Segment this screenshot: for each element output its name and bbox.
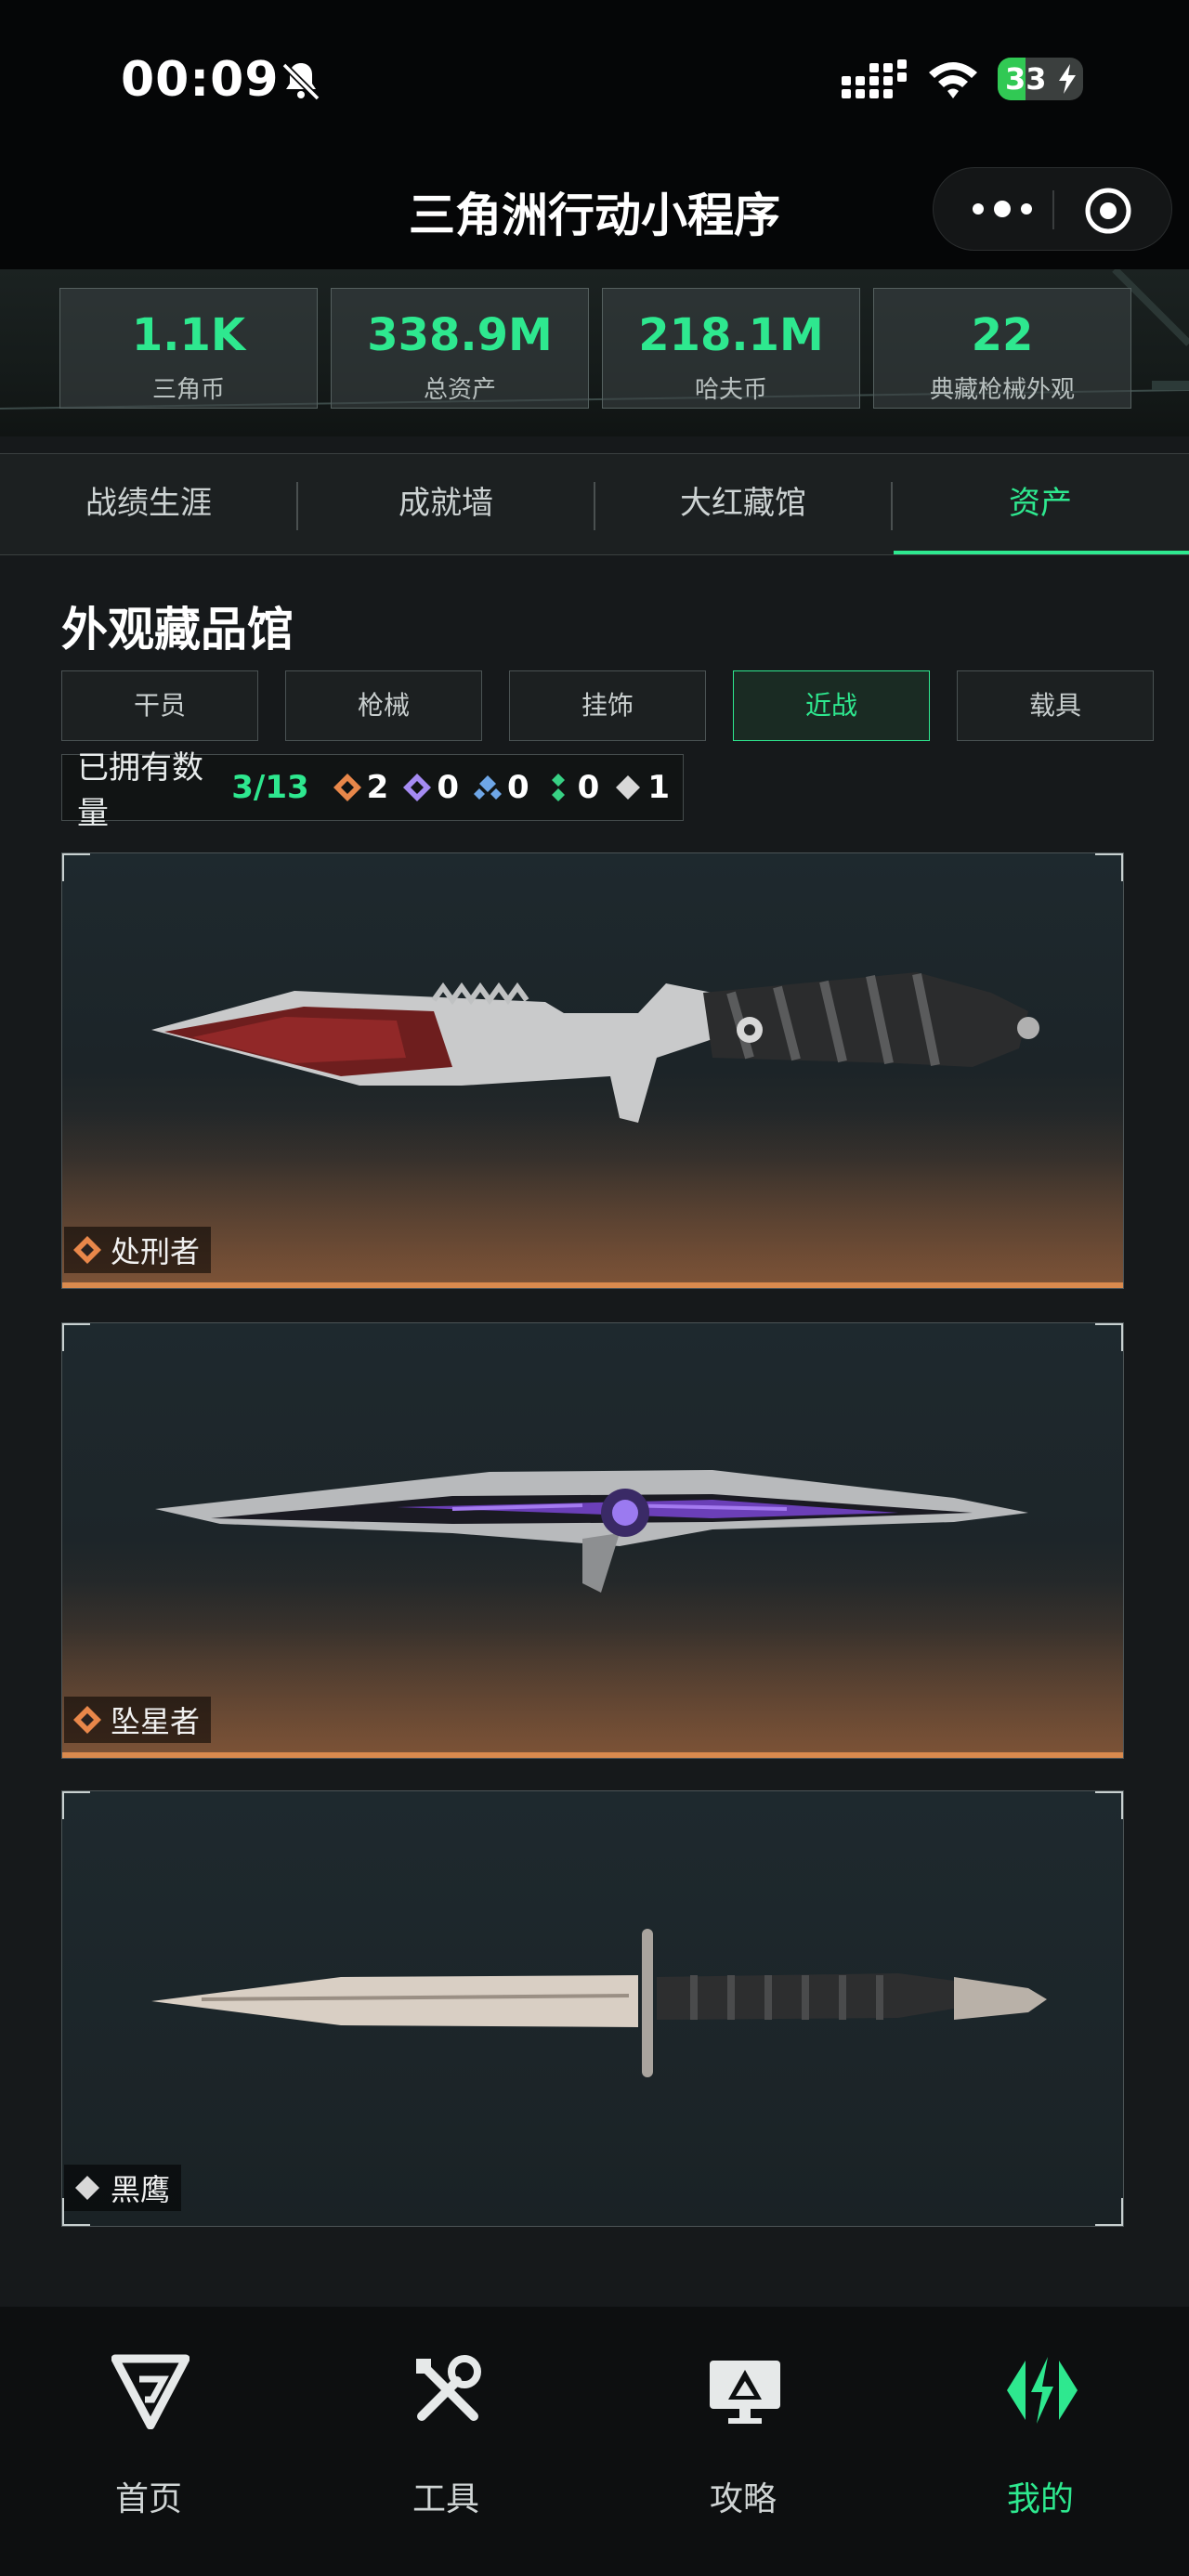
tabbar-label: 攻略 [709, 2480, 777, 2518]
category-melee[interactable]: 近战 [733, 670, 930, 741]
stat-label: 哈夫币 [694, 376, 767, 404]
category-vehicles[interactable]: 载具 [957, 670, 1154, 741]
tab-red-vault[interactable]: 大红藏馆 [594, 454, 892, 556]
tabbar-guide[interactable]: 攻略 [594, 2307, 892, 2576]
tab-achievements[interactable]: 成就墙 [297, 454, 594, 556]
stat-haf-coin: 218.1M 哈夫币 [602, 288, 860, 409]
rarity-count: 0 [577, 769, 600, 806]
rarity-count-white: 1 [612, 769, 670, 806]
profile-logo-icon [1007, 2357, 1078, 2424]
blue-diamond-icon [473, 775, 502, 800]
category-charms[interactable]: 挂饰 [509, 670, 706, 741]
status-time: 00:09 [121, 52, 280, 108]
item-name: 坠星者 [111, 1704, 201, 1739]
rarity-count-orange: 2 [332, 769, 389, 806]
owned-label: 已拥有数量 [77, 749, 203, 832]
owned-value: 3/13 [231, 769, 309, 806]
more-dots-icon[interactable] [965, 190, 1039, 228]
stat-value: 1.1K [131, 309, 246, 361]
rarity-count-purple: 0 [401, 769, 459, 806]
card-rarity-glow [62, 1581, 1123, 1758]
stat-delta-coin: 1.1K 三角币 [59, 288, 318, 409]
charging-bolt-icon [1059, 64, 1076, 94]
section-title: 外观藏品馆 [61, 603, 294, 657]
orange-diamond-icon [333, 774, 361, 801]
purple-diamond-icon [403, 774, 432, 801]
orange-diamond-icon [73, 1236, 101, 1264]
item-name-tag: 处刑者 [64, 1227, 212, 1273]
item-name: 处刑者 [111, 1234, 201, 1269]
cellular-signal-icon [842, 59, 907, 98]
green-diamond-icon [551, 774, 565, 801]
tab-career[interactable]: 战绩生涯 [0, 454, 297, 556]
bottom-tabbar: 首页 工具 攻略 我的 [0, 2307, 1189, 2576]
stat-label: 典藏枪械外观 [929, 376, 1075, 404]
status-bar: 00:09 33 [0, 0, 1189, 158]
tabbar-tools[interactable]: 工具 [297, 2307, 594, 2576]
rarity-count: 0 [506, 769, 529, 806]
card-rarity-bar [62, 1752, 1123, 1758]
battery-percent: 33 [1005, 61, 1047, 97]
capsule-divider [1052, 190, 1054, 229]
orange-diamond-icon [73, 1706, 101, 1734]
close-target-icon[interactable] [1084, 187, 1132, 235]
home-logo-icon [111, 2354, 189, 2429]
white-diamond-icon [75, 2176, 99, 2200]
category-guns[interactable]: 枪械 [285, 670, 482, 741]
bell-muted-icon [281, 62, 320, 101]
top-bar: 00:09 33 三角洲行动小程序 [0, 0, 1189, 269]
tabbar-profile[interactable]: 我的 [892, 2307, 1189, 2576]
miniprogram-capsule [933, 167, 1172, 251]
stat-value: 218.1M [638, 309, 824, 361]
black-hawk-knife-image [151, 1929, 1047, 2077]
stat-value: 338.9M [367, 309, 553, 361]
category-operators[interactable]: 干员 [61, 670, 258, 741]
rarity-count: 0 [437, 769, 459, 806]
card-rarity-bar [62, 1282, 1123, 1288]
rarity-count-green: 0 [542, 769, 600, 806]
tabbar-home[interactable]: 首页 [0, 2307, 297, 2576]
tabbar-label: 首页 [114, 2480, 182, 2518]
stats-band: 1.1K 三角币 338.9M 总资产 218.1M 哈夫币 22 典藏枪械外观 [0, 269, 1189, 436]
tab-assets[interactable]: 资产 [892, 454, 1189, 556]
collection-card[interactable]: 黑鹰 [61, 1790, 1124, 2227]
collection-card[interactable]: 坠星者 [61, 1322, 1124, 1759]
item-name: 黑鹰 [111, 2172, 171, 2207]
rarity-count: 2 [366, 769, 389, 806]
white-diamond-icon [616, 775, 641, 800]
wifi-icon [929, 62, 977, 98]
collection-card[interactable]: 处刑者 [61, 852, 1124, 1289]
stat-value: 22 [971, 309, 1034, 361]
stat-total-assets: 338.9M 总资产 [331, 288, 589, 409]
owned-summary: 已拥有数量 3/13 2 0 0 0 1 [61, 749, 684, 832]
tools-icon [416, 2355, 481, 2421]
item-name-tag: 坠星者 [64, 1697, 212, 1743]
card-rarity-glow [62, 1112, 1123, 1288]
stat-label: 三角币 [151, 376, 225, 404]
item-name-tag: 黑鹰 [64, 2165, 182, 2211]
tabbar-label: 我的 [1006, 2480, 1074, 2518]
battery-indicator: 33 [998, 58, 1083, 100]
rarity-count-blue: 0 [472, 769, 529, 806]
rarity-count: 1 [647, 769, 670, 806]
tabbar-label: 工具 [412, 2480, 479, 2518]
guide-monitor-icon [710, 2361, 780, 2424]
active-tab-indicator [894, 551, 1189, 554]
stat-label: 总资产 [423, 376, 496, 404]
profile-tabs: 战绩生涯 成就墙 大红藏馆 资产 [0, 453, 1189, 555]
stat-classic-skins: 22 典藏枪械外观 [873, 288, 1131, 409]
